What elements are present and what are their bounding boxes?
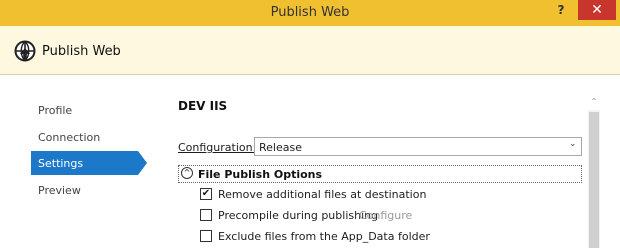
file-publish-options-title: File Publish Options [198, 168, 323, 181]
precompile-checkbox[interactable] [200, 209, 212, 221]
globe-upload-icon [14, 40, 36, 62]
configuration-label: Configuration: [178, 141, 256, 154]
help-button[interactable]: ? [548, 0, 574, 20]
exclude-app-data-checkbox[interactable] [200, 230, 212, 242]
profile-name: DEV IIS [178, 99, 228, 113]
collapse-icon[interactable]: ^ [181, 167, 193, 179]
scroll-up-icon[interactable]: ⌃ [588, 97, 600, 109]
configure-link[interactable]: Configure [359, 209, 412, 222]
scrollbar-thumb[interactable] [589, 112, 599, 248]
header-title: Publish Web [42, 44, 121, 59]
configuration-select[interactable] [254, 137, 582, 156]
window-title: Publish Web [270, 5, 350, 20]
nav-item-connection[interactable]: Connection [38, 131, 100, 144]
exclude-app-data-label: Exclude files from the App_Data folder [218, 230, 430, 243]
chevron-down-icon[interactable]: ⌄ [569, 139, 577, 149]
nav-selected-arrow [138, 151, 147, 175]
configuration-value: Release [259, 141, 302, 154]
nav-item-preview[interactable]: Preview [38, 184, 81, 197]
nav-item-settings-label: Settings [38, 157, 84, 170]
remove-files-label: Remove additional files at destination [218, 188, 427, 201]
remove-files-checkbox[interactable]: ✔ [200, 188, 212, 200]
precompile-label: Precompile during publishing [218, 209, 379, 222]
nav-item-profile[interactable]: Profile [38, 104, 72, 117]
configuration-label-text: Configuration: [178, 141, 257, 154]
close-button[interactable]: ✕ [578, 0, 616, 20]
